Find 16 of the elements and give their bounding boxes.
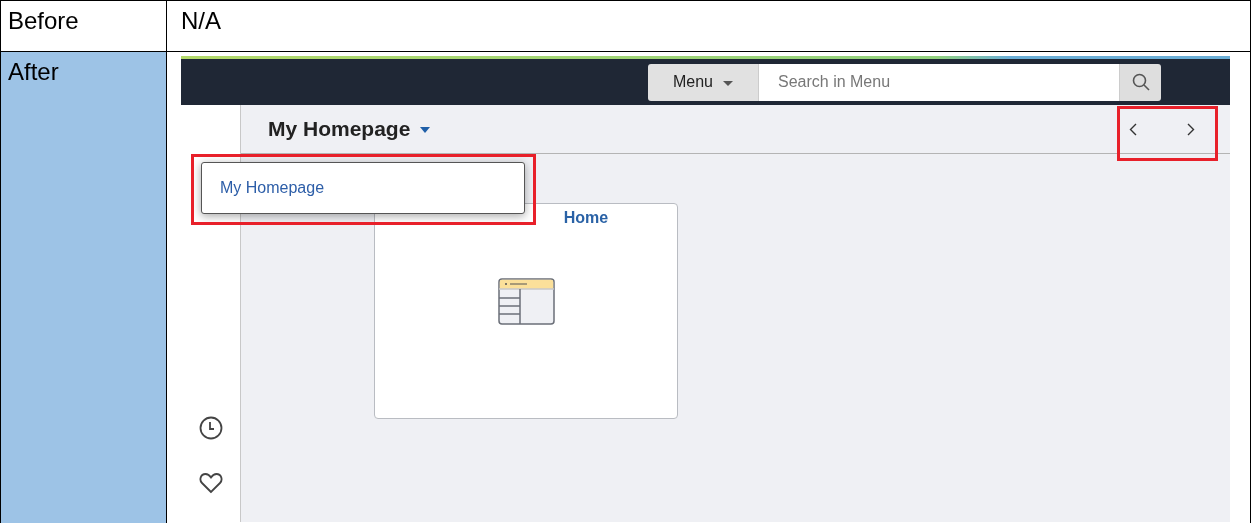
page-title-dropdown[interactable]: My Homepage — [268, 117, 431, 141]
menu-item[interactable]: My Homepage — [220, 179, 325, 197]
clock-icon[interactable] — [198, 416, 223, 440]
row-value: N/A — [181, 7, 221, 34]
search-field[interactable]: Search in Menu — [758, 63, 1120, 101]
menu-button[interactable]: Menu — [648, 63, 758, 101]
chevron-left-icon — [1129, 122, 1137, 136]
row-label: Before — [8, 7, 79, 34]
chevron-right-icon — [1187, 122, 1195, 136]
tile-title: Home — [562, 209, 609, 227]
tile-card[interactable]: Home — [374, 203, 678, 419]
search-icon — [1131, 73, 1150, 91]
heart-icon[interactable] — [198, 472, 223, 494]
search-button[interactable] — [1120, 63, 1161, 101]
row-label: After — [8, 58, 59, 85]
table-layout-icon — [497, 278, 555, 325]
